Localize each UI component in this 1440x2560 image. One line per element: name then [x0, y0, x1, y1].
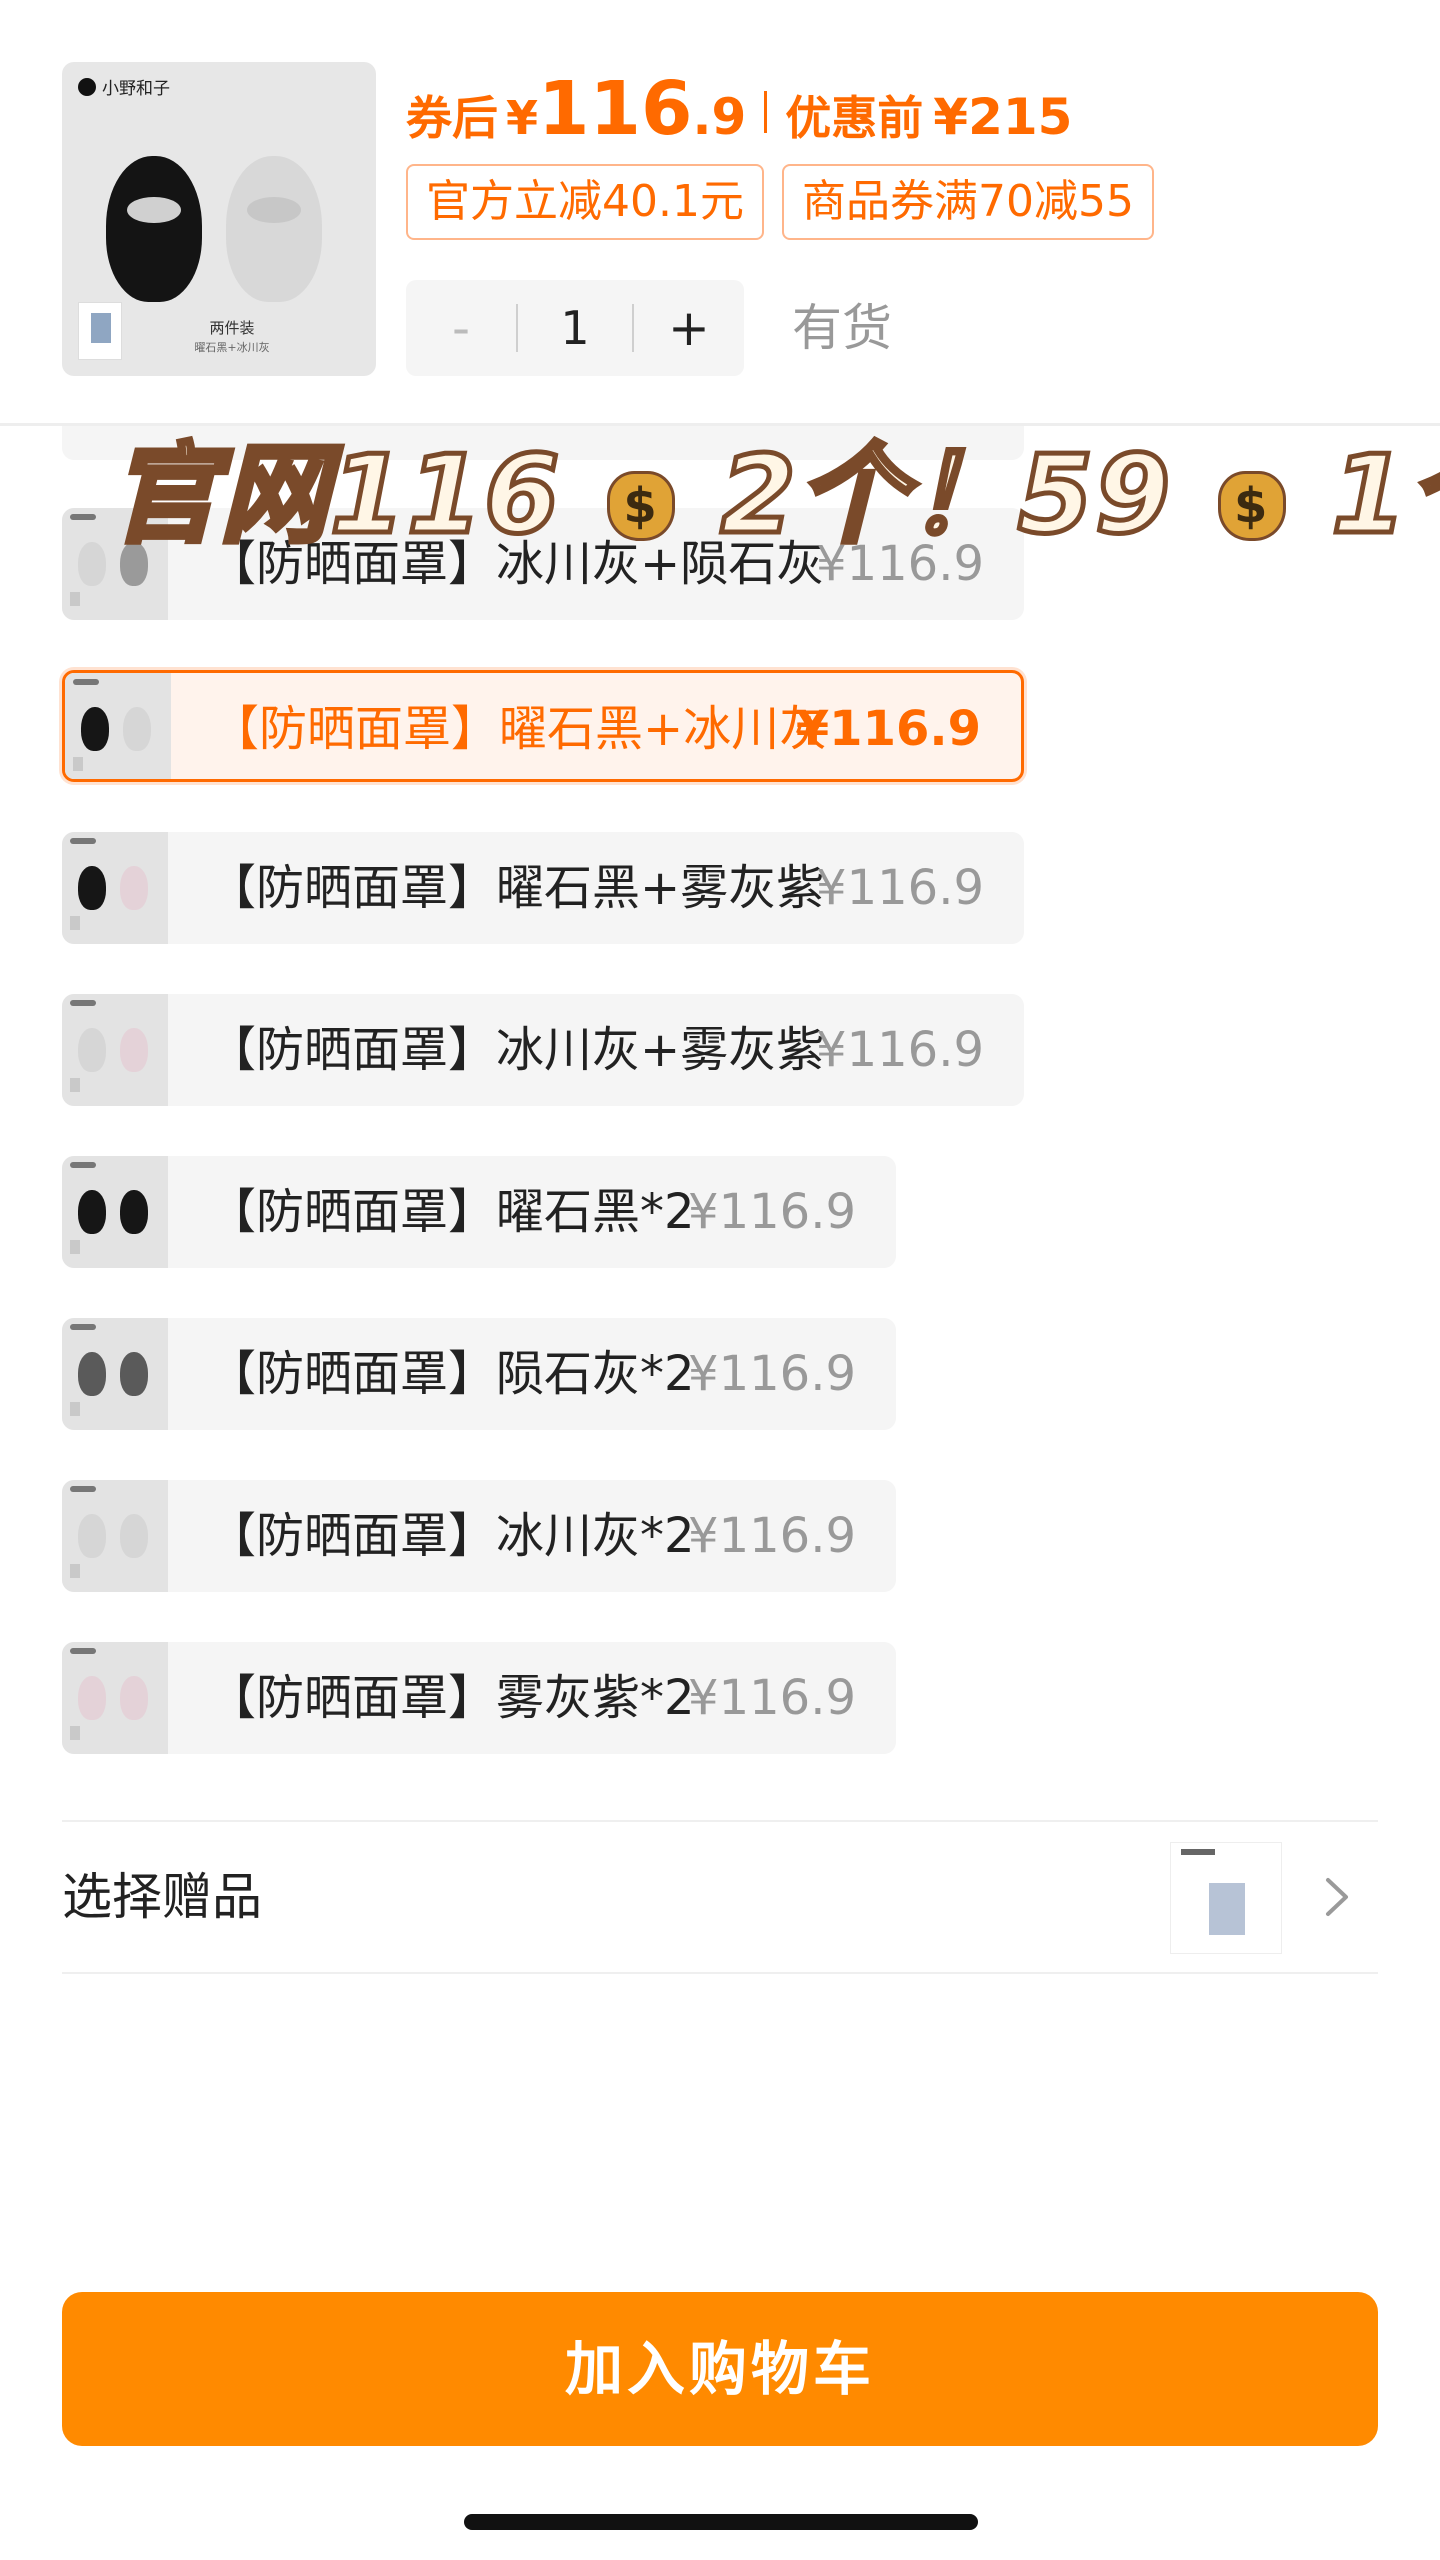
coupon-tag: 官方立减40.1元 [406, 164, 764, 240]
mask-image [120, 1514, 148, 1558]
mask-image [120, 866, 148, 910]
gift-card-image [70, 1726, 80, 1740]
mask-image [120, 1028, 148, 1072]
sku-option[interactable]: 【防晒面罩】冰川灰*2 ¥116.9 [62, 1480, 896, 1592]
brand-mark-icon [70, 838, 96, 844]
mask-image [120, 1676, 148, 1720]
mask-image [120, 1190, 148, 1234]
sku-option[interactable]: 【防晒面罩】雾灰紫*2 ¥116.9 [62, 1642, 896, 1754]
sku-option-label: 【防晒面罩】曜石黑+雾灰紫 [208, 860, 825, 916]
overlay-text-2: 2个！59 [718, 431, 1173, 561]
sku-option-selected[interactable]: 【防晒面罩】曜石黑+冰川灰 ¥116.9 [62, 670, 1024, 782]
gift-card-image [70, 1402, 80, 1416]
sku-option-price: ¥116.9 [688, 1670, 856, 1726]
before-discount-label: 优惠前 [785, 91, 924, 145]
sku-header: 小野和子 两件装 曜石黑+冰川灰 券后 ¥ 116 .9 优惠前 ¥215 官方… [0, 0, 1440, 425]
sku-option-label: 【防晒面罩】曜石黑*2 [208, 1184, 695, 1240]
gray-mask-image [226, 156, 322, 302]
gift-card-image [70, 916, 80, 930]
chevron-right-icon [1326, 1878, 1348, 1916]
overlay-text-1: 官网116 [107, 431, 562, 561]
gift-card-image [73, 757, 83, 771]
mask-image [78, 1514, 106, 1558]
home-indicator[interactable] [464, 2514, 978, 2530]
money-bag-icon: $ [601, 457, 681, 547]
brand-mark-icon [70, 514, 96, 520]
thumb-caption: 两件装 曜石黑+冰川灰 [172, 318, 292, 358]
brand-mark-icon [70, 1324, 96, 1330]
mask-image [81, 707, 109, 751]
sku-option-price: ¥116.9 [816, 860, 984, 916]
gift-thumbnail [1170, 1842, 1282, 1954]
brand-mark-icon [70, 1000, 96, 1006]
sku-option-thumbnail [62, 1156, 168, 1268]
coupon-tag: 商品券满70减55 [781, 164, 1154, 240]
gift-card-image [70, 1240, 80, 1254]
product-thumbnail[interactable]: 小野和子 两件装 曜石黑+冰川灰 [62, 62, 376, 376]
money-bag-icon: $ [1212, 457, 1292, 547]
mask-image [78, 1676, 106, 1720]
sku-option-price: ¥116.9 [795, 701, 981, 757]
price-line: 券后 ¥ 116 .9 优惠前 ¥215 [406, 66, 1073, 152]
thumb-caption-sub: 曜石黑+冰川灰 [194, 341, 270, 354]
sku-option[interactable]: 【防晒面罩】曜石黑+雾灰紫 ¥116.9 [62, 832, 1024, 944]
mask-image [78, 1352, 106, 1396]
sku-option-price: ¥116.9 [816, 1022, 984, 1078]
mask-image [120, 1352, 148, 1396]
product-sku-sheet: 小野和子 两件装 曜石黑+冰川灰 券后 ¥ 116 .9 优惠前 ¥215 官方… [0, 0, 1440, 2560]
decrease-button[interactable]: - [406, 280, 516, 376]
gift-card-image [78, 302, 122, 360]
sku-option-thumbnail [62, 1318, 168, 1430]
sku-option-price: ¥116.9 [688, 1184, 856, 1240]
before-discount-price: ¥215 [933, 88, 1073, 146]
sku-option-label: 【防晒面罩】冰川灰*2 [208, 1508, 695, 1564]
price-integer: 116 [538, 66, 693, 152]
currency-symbol: ¥ [506, 91, 539, 145]
overlay-annotation: 官网116 $ 2个！59 $ 1个！ [107, 408, 1440, 564]
gift-card-image [70, 1564, 80, 1578]
mask-image [78, 542, 106, 586]
mask-image [78, 1028, 106, 1072]
sku-option[interactable]: 【防晒面罩】曜石黑*2 ¥116.9 [62, 1156, 896, 1268]
sku-option-label: 【防晒面罩】冰川灰+雾灰紫 [208, 1022, 825, 1078]
price-decimal: .9 [692, 88, 747, 146]
overlay-text-3: 1个！ [1329, 431, 1440, 561]
coupon-tags: 官方立减40.1元 商品券满70减55 [406, 164, 1154, 240]
sku-option-price: ¥116.9 [688, 1346, 856, 1402]
sku-option-thumbnail [65, 673, 171, 779]
increase-button[interactable]: + [634, 280, 744, 376]
sku-option-thumbnail [62, 994, 168, 1106]
gift-selector-row[interactable]: 选择赠品 [62, 1820, 1378, 1974]
quantity-value[interactable]: 1 [518, 301, 632, 355]
price-separator [764, 91, 768, 133]
brand-mark-icon [70, 1486, 96, 1492]
sku-option-thumbnail [62, 1480, 168, 1592]
sku-option-label: 【防晒面罩】曜石黑+冰川灰 [211, 701, 828, 757]
brand-mark-icon [70, 1648, 96, 1654]
sku-option[interactable]: 【防晒面罩】陨石灰*2 ¥116.9 [62, 1318, 896, 1430]
sku-option-label: 【防晒面罩】陨石灰*2 [208, 1346, 695, 1402]
gift-label: 选择赠品 [62, 1868, 262, 1926]
sku-option[interactable]: 【防晒面罩】冰川灰+雾灰紫 ¥116.9 [62, 994, 1024, 1106]
black-mask-image [106, 156, 202, 302]
thumb-caption-title: 两件装 [209, 319, 255, 337]
gift-card-image [70, 1078, 80, 1092]
brand-mark-icon [78, 77, 96, 96]
sku-option-thumbnail [62, 1642, 168, 1754]
quantity-stepper[interactable]: - 1 + [406, 280, 744, 376]
mask-image [123, 707, 151, 751]
sku-option-label: 【防晒面罩】雾灰紫*2 [208, 1670, 695, 1726]
sku-option-price: ¥116.9 [688, 1508, 856, 1564]
brand-logo: 小野和子 [78, 74, 170, 99]
gift-card-image [70, 592, 80, 606]
sku-option-thumbnail [62, 832, 168, 944]
brand-mark-icon [73, 679, 99, 685]
stock-status: 有货 [792, 299, 892, 357]
brand-mark-icon [70, 1162, 96, 1168]
mask-image [78, 1190, 106, 1234]
mask-image [78, 866, 106, 910]
brand-name: 小野和子 [102, 79, 170, 99]
add-to-cart-button[interactable]: 加入购物车 [62, 2292, 1378, 2446]
after-coupon-label: 券后 [406, 91, 498, 145]
